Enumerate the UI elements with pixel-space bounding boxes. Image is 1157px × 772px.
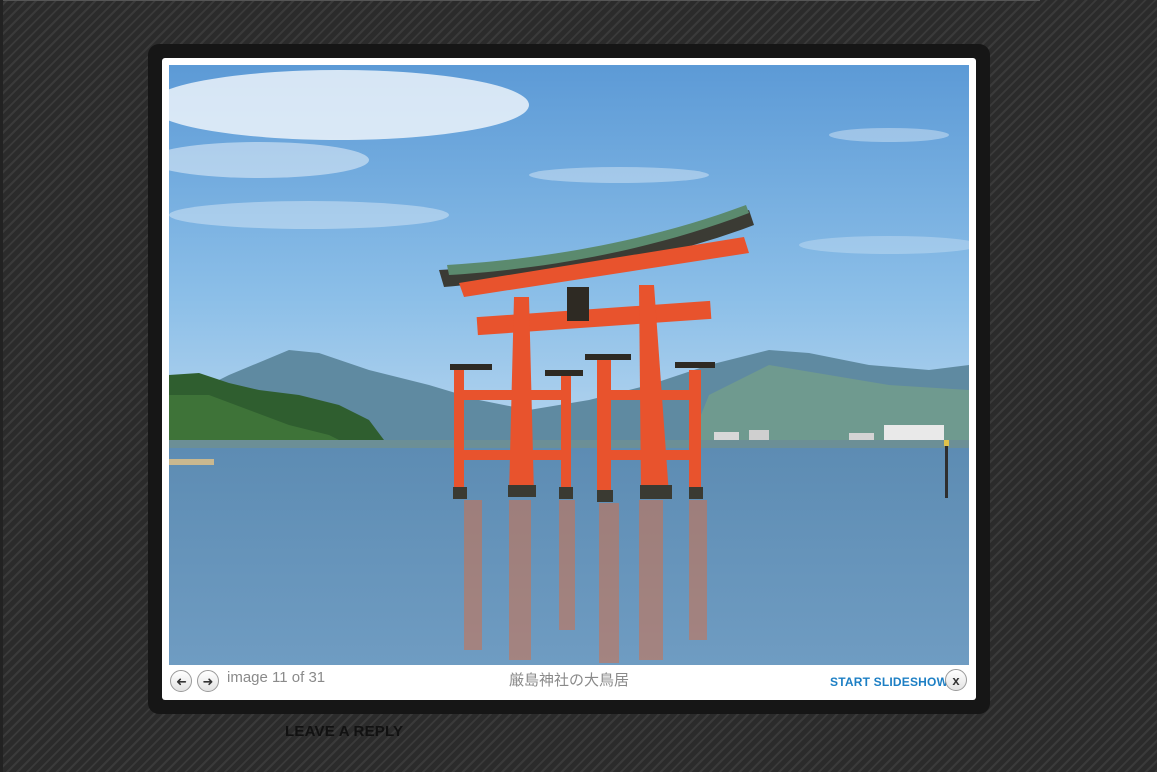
- lightbox-content: ➜ ➜ image 11 of 31 厳島神社の大鳥居 START SLIDES…: [162, 58, 976, 700]
- start-slideshow-link[interactable]: START SLIDESHOW: [830, 675, 948, 689]
- close-icon: x: [952, 672, 960, 688]
- lightbox-image[interactable]: [169, 65, 969, 665]
- torii-photo: [169, 65, 969, 665]
- lightbox-controls: ➜ ➜ image 11 of 31 厳島神社の大鳥居 START SLIDES…: [162, 665, 976, 700]
- next-button[interactable]: ➜: [197, 670, 219, 692]
- close-button[interactable]: x: [945, 669, 967, 691]
- leave-reply-heading: LEAVE A REPLY: [285, 723, 404, 740]
- top-divider: [0, 0, 1040, 1]
- arrow-right-icon: ➜: [202, 673, 214, 689]
- image-caption: 厳島神社の大鳥居: [508, 671, 629, 689]
- previous-button[interactable]: ➜: [170, 670, 192, 692]
- left-edge: [0, 0, 3, 772]
- image-counter: image 11 of 31: [227, 669, 326, 686]
- arrow-left-icon: ➜: [175, 673, 187, 689]
- lightbox: ➜ ➜ image 11 of 31 厳島神社の大鳥居 START SLIDES…: [148, 44, 990, 714]
